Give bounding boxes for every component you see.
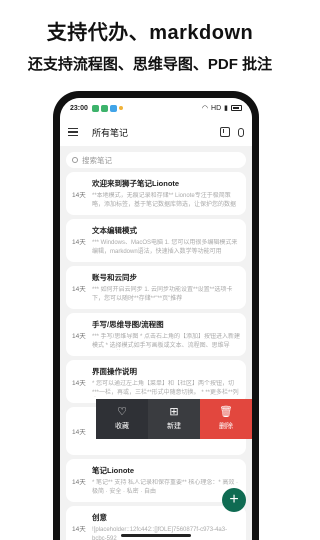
app-notification-icon — [100, 104, 108, 112]
note-title: 账号和云同步 — [92, 273, 137, 282]
home-indicator[interactable] — [121, 534, 191, 537]
trash-icon: 🗑 — [219, 406, 233, 418]
promo-subtitle: 还支持流程图、思维导图、PDF 批注 — [27, 56, 273, 73]
note-title: 界面操作说明 — [92, 367, 137, 376]
list-item[interactable]: 14天 账号和云同步 *** 如何开启云同步 1. 云同步功能设置**设置**选… — [66, 266, 246, 309]
menu-icon[interactable] — [68, 125, 82, 139]
hd-label: HD — [211, 104, 222, 112]
status-indicators: ◠ HD ▮ — [202, 104, 242, 112]
favorite-button[interactable]: ♡ 收藏 — [96, 399, 148, 439]
add-note-fab[interactable]: + — [222, 488, 246, 512]
status-time: 23:00 — [70, 104, 88, 112]
battery-icon — [231, 105, 242, 111]
app-bar: 所有笔记 — [60, 118, 252, 146]
phone-frame: 23:00 ◠ HD ▮ 所有笔记 搜索笔记 14天 欢迎来到狮子笔记Liono… — [53, 91, 259, 540]
note-date: 14天 — [72, 478, 86, 486]
note-date: 14天 — [72, 191, 86, 199]
list-item[interactable]: 14天 文本编辑模式 *** Windows、MacOS电脑 1. 您可以用很多… — [66, 219, 246, 262]
delete-button[interactable]: 🗑 删除 — [200, 399, 252, 439]
list-item[interactable]: 14天 欢迎来到狮子笔记Lionote **本地模式，无痕记录和存储** Lio… — [66, 172, 246, 215]
note-date: 14天 — [72, 332, 86, 340]
note-list: 14天 欢迎来到狮子笔记Lionote **本地模式，无痕记录和存储** Lio… — [60, 172, 252, 540]
new-note-button[interactable]: ⊞ 新建 — [148, 399, 200, 439]
app-notification-icon — [109, 104, 117, 112]
dot-icon — [118, 106, 123, 110]
search-input[interactable]: 搜索笔记 — [66, 152, 246, 168]
note-preview: *** Windows、MacOS电脑 1. 您可以用很多编辑模式来编辑，mar… — [92, 240, 238, 255]
plus-square-icon: ⊞ — [169, 406, 179, 418]
note-preview: * 您可以通过左上角【菜单】和【社区】两个按钮，切***一栏，再或，三栏**形式… — [92, 381, 239, 396]
list-item[interactable]: 14天 笔记Lionote * 笔记** 支持 私人记录和保存重要** 核心理念… — [66, 459, 246, 502]
heart-icon: ♡ — [117, 406, 127, 418]
search-icon — [72, 157, 78, 163]
note-title: 文本编辑模式 — [92, 226, 137, 235]
status-bar: 23:00 ◠ HD ▮ — [60, 98, 252, 118]
list-item[interactable]: 14天 手写/思维导图/流程图 *** 手写/思维导图 * 点击右上角的【添加】… — [66, 313, 246, 356]
mic-icon[interactable] — [238, 127, 244, 137]
note-preview: * 笔记** 支持 私人记录和保存重要** 核心理念：* 高效 · 极简 · 安… — [92, 480, 239, 495]
signal-icon: ▮ — [224, 105, 228, 112]
wifi-icon: ◠ — [201, 105, 209, 112]
note-title: 手写/思维导图/流程图 — [92, 320, 164, 329]
app-notification-icon — [91, 104, 99, 112]
list-item[interactable]: 14天 界面操作说明 * 您可以通过左上角【菜单】和【社区】两个按钮，切***一… — [66, 360, 246, 403]
promo-title: 支持代办、markdown — [46, 22, 254, 44]
note-date: 14天 — [72, 285, 86, 293]
note-preview: **本地模式，无痕记录和存储** Lionote专注于极简策略，添加标签，基于笔… — [92, 193, 237, 208]
new-label: 新建 — [167, 423, 181, 430]
page-title: 所有笔记 — [92, 127, 129, 138]
note-preview: ![placeholder::12fc442::[]fOLE]7560877f-… — [92, 527, 228, 540]
note-date: 14天 — [72, 379, 86, 387]
note-preview: *** 如何开启云同步 1. 云同步功能设置**设置**选项卡下，您可以随时**… — [92, 287, 233, 302]
app-screen: 23:00 ◠ HD ▮ 所有笔记 搜索笔记 14天 欢迎来到狮子笔记Liono… — [60, 98, 252, 540]
note-title: 创意 — [92, 513, 107, 522]
note-date: 14天 — [72, 238, 86, 246]
note-preview: *** 手写/思维导图 * 点击右上角的【添加】按钮进入新建模式 * 选择模式如… — [92, 334, 240, 349]
note-date: 14天 — [72, 525, 86, 533]
favorite-label: 收藏 — [115, 423, 129, 430]
note-title: 笔记Lionote — [92, 466, 135, 475]
appbar-actions — [220, 127, 244, 137]
note-date: 14天 — [72, 429, 86, 436]
swipe-action-bar: ♡ 收藏 ⊞ 新建 🗑 删除 — [96, 399, 252, 439]
delete-label: 删除 — [219, 423, 233, 430]
search-placeholder: 搜索笔记 — [82, 155, 112, 165]
note-title: 欢迎来到狮子笔记Lionote — [92, 179, 180, 188]
import-icon[interactable] — [220, 127, 230, 137]
